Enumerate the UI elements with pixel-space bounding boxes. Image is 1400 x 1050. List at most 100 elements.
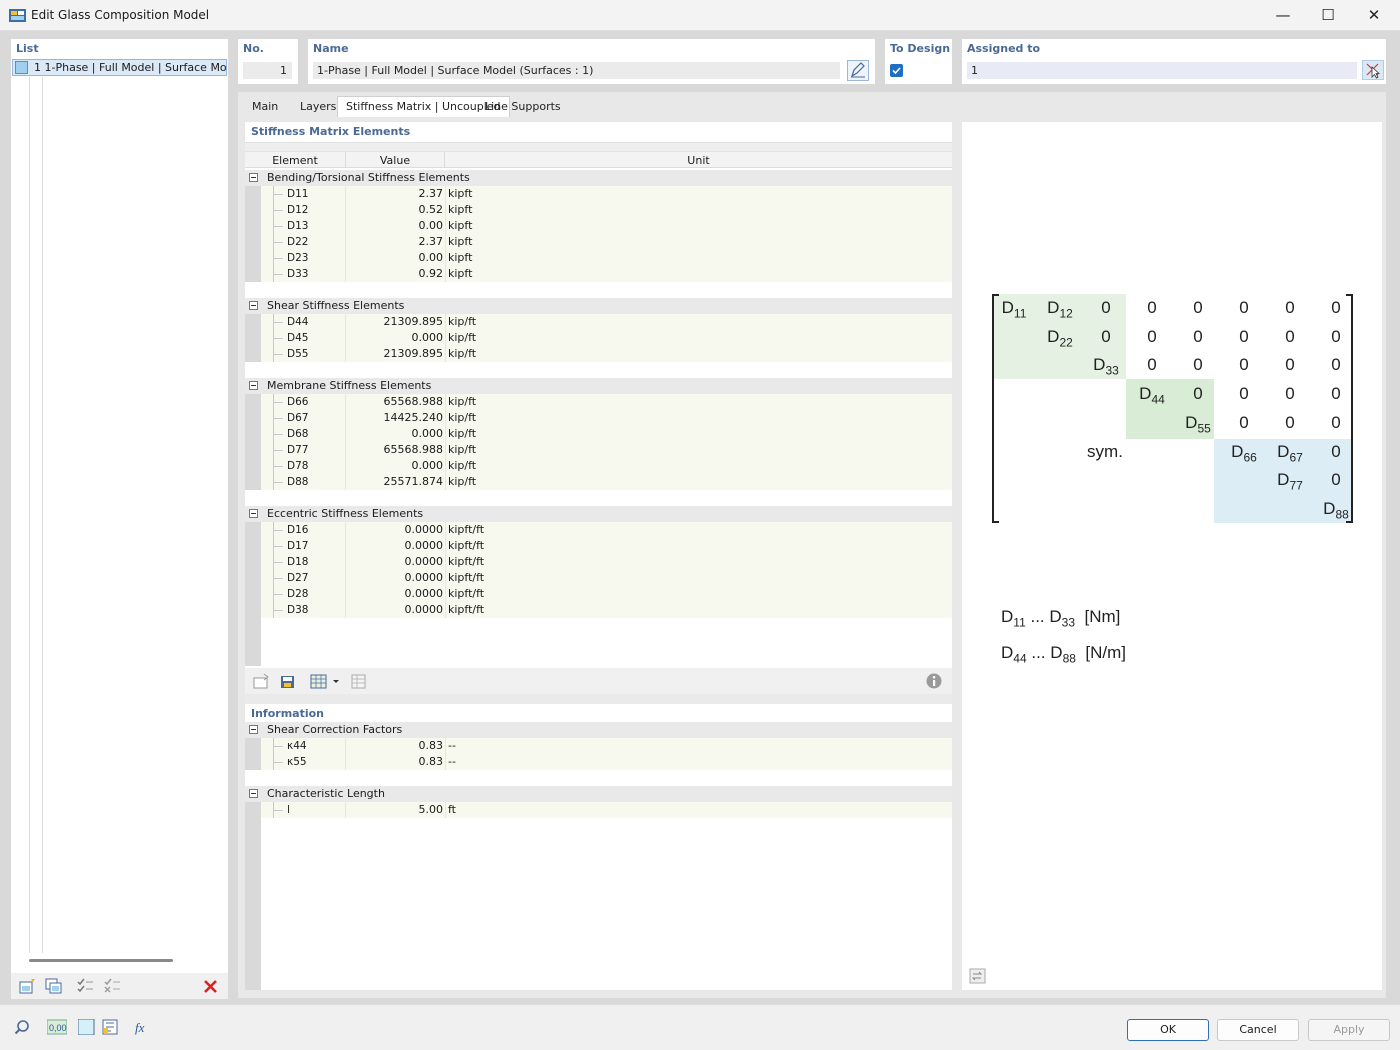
element-value[interactable]: 0.0000: [345, 571, 444, 584]
edit-name-button[interactable]: [847, 60, 869, 81]
table-row[interactable]: D44 21309.895 kip/ft: [245, 314, 952, 330]
tab-main[interactable]: Main: [243, 96, 287, 116]
tab-line-supports[interactable]: Line Supports: [476, 96, 570, 116]
number-field[interactable]: 1: [243, 62, 292, 79]
group-label: Eccentric Stiffness Elements: [267, 507, 424, 520]
table-row[interactable]: D33 0.92 kipft: [245, 266, 952, 282]
collapse-icon[interactable]: [249, 173, 258, 182]
element-value[interactable]: 0.0000: [345, 587, 444, 600]
element-value[interactable]: 2.37: [345, 187, 444, 200]
maximize-button[interactable]: ☐: [1306, 4, 1350, 28]
table-row[interactable]: D27 0.0000 kipft/ft: [245, 570, 952, 586]
select-assigned-button[interactable]: [1362, 60, 1384, 80]
group-row[interactable]: Shear Stiffness Elements: [245, 298, 952, 314]
print-button[interactable]: [347, 671, 369, 691]
collapse-icon[interactable]: [249, 301, 258, 310]
element-value[interactable]: 0.000: [345, 331, 444, 344]
table-row[interactable]: D66 65568.988 kip/ft: [245, 394, 952, 410]
element-value[interactable]: 0.0000: [345, 523, 444, 536]
group-row[interactable]: Membrane Stiffness Elements: [245, 378, 952, 394]
copy-icon: [45, 978, 62, 994]
table-row[interactable]: D16 0.0000 kipft/ft: [245, 522, 952, 538]
save-button[interactable]: [277, 671, 299, 691]
element-value[interactable]: 21309.895: [345, 347, 444, 360]
group-row[interactable]: Eccentric Stiffness Elements: [245, 506, 952, 522]
table-row[interactable]: D68 0.000 kip/ft: [245, 426, 952, 442]
collapse-icon[interactable]: [249, 381, 258, 390]
collapse-icon[interactable]: [249, 789, 258, 798]
element-unit: kipft: [448, 187, 473, 200]
element-value[interactable]: 65568.988: [345, 395, 444, 408]
table-row[interactable]: D18 0.0000 kipft/ft: [245, 554, 952, 570]
ok-button[interactable]: OK: [1127, 1019, 1209, 1041]
element-value[interactable]: 0.000: [345, 459, 444, 472]
new-item-button[interactable]: [16, 976, 38, 996]
table-row[interactable]: D23 0.00 kipft: [245, 250, 952, 266]
table-row[interactable]: D88 25571.874 kip/ft: [245, 474, 952, 490]
list-item[interactable]: 1 1-Phase | Full Model | Surface Model (…: [12, 59, 227, 76]
element-value[interactable]: 0.0000: [345, 539, 444, 552]
table-row[interactable]: D55 21309.895 kip/ft: [245, 346, 952, 362]
table-row[interactable]: D12 0.52 kipft: [245, 202, 952, 218]
group-row[interactable]: Shear Correction Factors: [245, 722, 952, 738]
element-value[interactable]: 0.00: [345, 219, 444, 232]
table-row[interactable]: D78 0.000 kip/ft: [245, 458, 952, 474]
element-value[interactable]: 25571.874: [345, 475, 444, 488]
element-unit: kip/ft: [448, 347, 477, 360]
uncheck-all-button[interactable]: [101, 976, 123, 996]
delete-button[interactable]: [199, 976, 221, 996]
color-button[interactable]: [75, 1017, 97, 1037]
element-value[interactable]: 0.0000: [345, 555, 444, 568]
table-row[interactable]: D38 0.0000 kipft/ft: [245, 602, 952, 618]
element-value[interactable]: 2.37: [345, 235, 444, 248]
element-value[interactable]: 5.00: [345, 803, 444, 816]
table-row[interactable]: κ55 0.83 --: [245, 754, 952, 770]
matrix-cell: 0: [1285, 355, 1295, 375]
model-info-button[interactable]: [99, 1017, 121, 1037]
element-value[interactable]: 0.83: [345, 755, 444, 768]
table-row[interactable]: D17 0.0000 kipft/ft: [245, 538, 952, 554]
copy-item-button[interactable]: [42, 976, 64, 996]
table-row[interactable]: D77 65568.988 kip/ft: [245, 442, 952, 458]
element-value[interactable]: 21309.895: [345, 315, 444, 328]
element-value[interactable]: 14425.240: [345, 411, 444, 424]
assigned-field[interactable]: 1: [967, 62, 1357, 79]
table-row[interactable]: D22 2.37 kipft: [245, 234, 952, 250]
table-row[interactable]: D45 0.000 kip/ft: [245, 330, 952, 346]
color-swatch-icon: [78, 1019, 95, 1035]
check-all-button[interactable]: [74, 976, 96, 996]
grid-header: Element Value Unit: [245, 151, 952, 168]
element-value[interactable]: 0.00: [345, 251, 444, 264]
apply-button[interactable]: Apply: [1308, 1019, 1390, 1041]
element-value[interactable]: 0.52: [345, 203, 444, 216]
to-design-checkbox[interactable]: [890, 64, 903, 77]
element-value[interactable]: 0.000: [345, 427, 444, 440]
formula-button[interactable]: fx: [131, 1017, 153, 1037]
element-value[interactable]: 65568.988: [345, 443, 444, 456]
export-dropdown-button[interactable]: [307, 671, 341, 691]
decimal-button[interactable]: 0,00: [44, 1017, 67, 1037]
group-row[interactable]: Bending/Torsional Stiffness Elements: [245, 170, 952, 186]
cancel-button[interactable]: Cancel: [1217, 1019, 1299, 1041]
import-button[interactable]: [250, 671, 272, 691]
collapse-icon[interactable]: [249, 725, 258, 734]
search-button[interactable]: [11, 1017, 33, 1037]
table-row[interactable]: D11 2.37 kipft: [245, 186, 952, 202]
element-value[interactable]: 0.92: [345, 267, 444, 280]
name-field[interactable]: 1-Phase | Full Model | Surface Model (Su…: [313, 62, 840, 79]
table-row[interactable]: D67 14425.240 kip/ft: [245, 410, 952, 426]
minimize-button[interactable]: —: [1261, 4, 1305, 28]
close-button[interactable]: ✕: [1352, 4, 1396, 28]
collapse-icon[interactable]: [249, 509, 258, 518]
swap-image-button[interactable]: [966, 966, 988, 986]
element-value[interactable]: 0.0000: [345, 603, 444, 616]
horizontal-scrollbar[interactable]: [29, 959, 173, 962]
element-value[interactable]: 0.83: [345, 739, 444, 752]
table-row[interactable]: D13 0.00 kipft: [245, 218, 952, 234]
table-row[interactable]: D28 0.0000 kipft/ft: [245, 586, 952, 602]
info-button[interactable]: [923, 671, 945, 691]
matrix-cell: D11: [1001, 298, 1027, 321]
table-row[interactable]: κ44 0.83 --: [245, 738, 952, 754]
table-row[interactable]: l 5.00 ft: [245, 802, 952, 818]
group-row[interactable]: Characteristic Length: [245, 786, 952, 802]
